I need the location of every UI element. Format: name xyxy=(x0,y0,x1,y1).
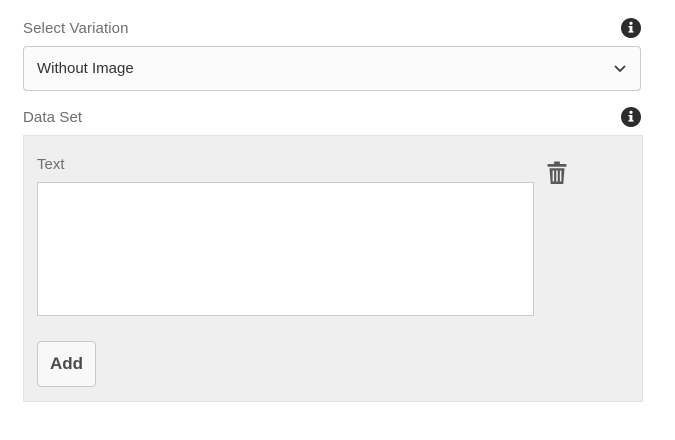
text-field-label: Text xyxy=(37,156,65,173)
select-variation-label: Select Variation xyxy=(23,20,129,37)
variation-select[interactable]: Without Image xyxy=(23,46,641,91)
chevron-down-icon xyxy=(614,63,626,75)
variation-info-icon[interactable] xyxy=(621,18,641,38)
dataset-info-icon[interactable] xyxy=(621,107,641,127)
data-set-label: Data Set xyxy=(23,109,83,126)
add-button[interactable]: Add xyxy=(37,341,96,387)
data-set-panel: Text Add xyxy=(23,135,643,402)
variation-select-value: Without Image xyxy=(37,60,134,77)
text-area[interactable] xyxy=(37,182,534,316)
component-dialog: Select Variation Without Image Data Set … xyxy=(0,0,675,440)
trash-icon[interactable] xyxy=(545,160,569,186)
